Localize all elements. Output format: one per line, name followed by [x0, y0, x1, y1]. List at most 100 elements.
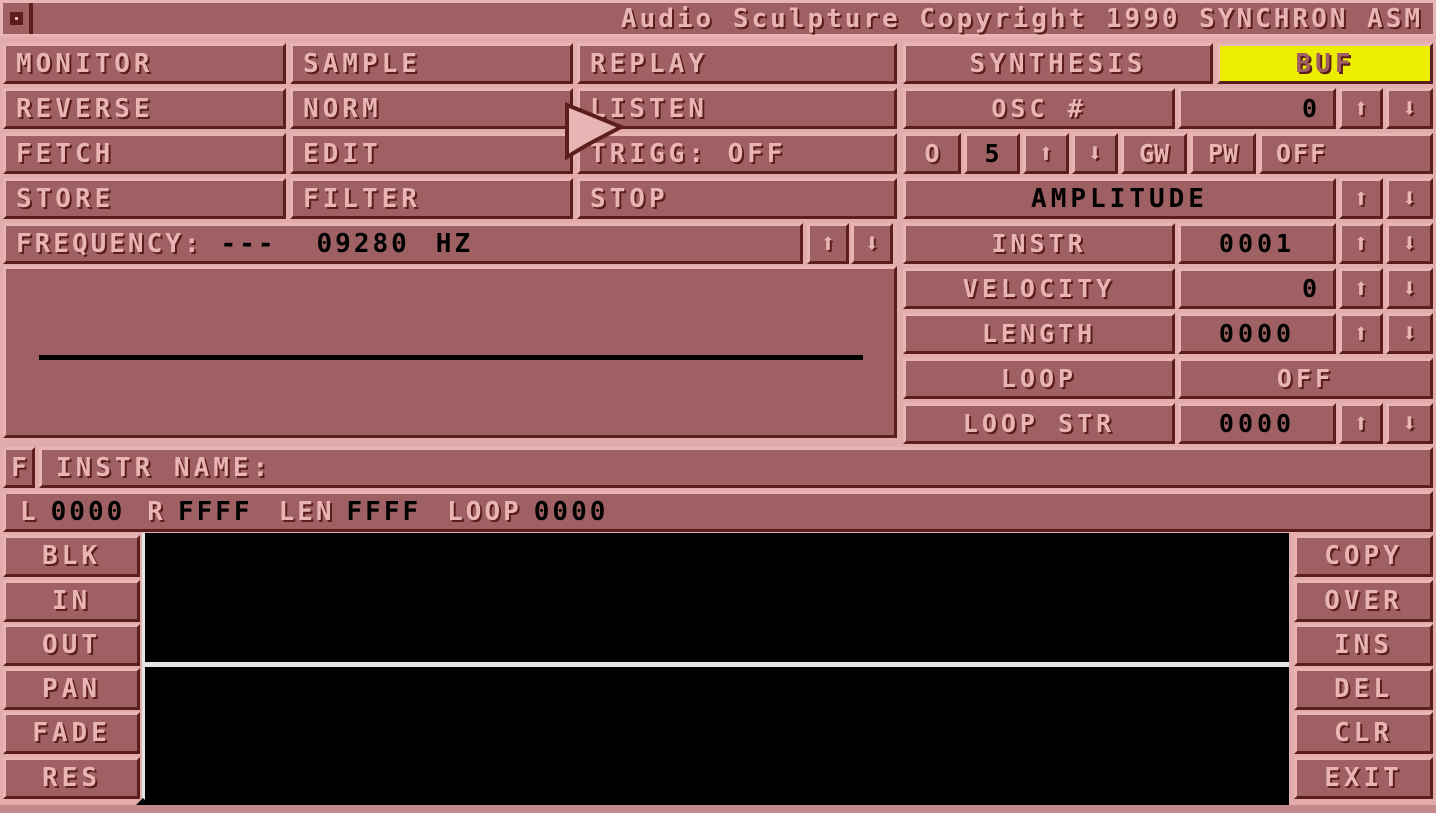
button-gw[interactable]: GW: [1121, 133, 1187, 174]
instr-up-button[interactable]: ⬆: [1339, 223, 1383, 264]
button-fetch[interactable]: FETCH: [3, 133, 286, 174]
instr-value-cell[interactable]: 0001: [1178, 223, 1336, 264]
button-f[interactable]: F: [3, 447, 35, 488]
arrow-up-icon: ⬆: [1353, 228, 1369, 259]
button-pw[interactable]: PW: [1190, 133, 1256, 174]
button-pan[interactable]: PAN: [3, 668, 140, 710]
arrow-down-icon: ⬇: [1401, 318, 1418, 349]
amplitude-up-button[interactable]: ⬆: [1339, 178, 1383, 219]
instr-down-button[interactable]: ⬇: [1386, 223, 1433, 264]
button-trigg-label: TRIGG: OFF: [590, 138, 787, 169]
button-buffer[interactable]: BUF: [1217, 43, 1433, 84]
frequency-label: FREQUENCY:: [16, 228, 203, 259]
button-listen-label: LISTEN: [590, 93, 708, 124]
arrow-up-icon: ⬆: [1038, 138, 1054, 169]
frequency-down-button[interactable]: ⬇: [851, 223, 893, 264]
button-res[interactable]: RES: [3, 757, 140, 799]
button-copy[interactable]: COPY: [1294, 535, 1433, 577]
button-ins-label: INS: [1334, 630, 1393, 660]
button-fetch-label: FETCH: [16, 138, 115, 169]
loop-start-up-button[interactable]: ⬆: [1339, 403, 1383, 444]
amplitude-button[interactable]: AMPLITUDE: [903, 178, 1336, 219]
button-fade-label: FADE: [32, 718, 111, 748]
velocity-label: VELOCITY: [962, 274, 1116, 303]
wave-number-cell[interactable]: 5: [964, 133, 1020, 174]
wave-number-value: 5: [984, 139, 1000, 168]
osc-number-up-button[interactable]: ⬆: [1339, 88, 1383, 129]
button-store[interactable]: STORE: [3, 178, 286, 219]
button-in[interactable]: IN: [3, 580, 140, 622]
button-del-label: DEL: [1334, 674, 1393, 704]
amplitude-label: AMPLITUDE: [1031, 183, 1208, 214]
length-up-button[interactable]: ⬆: [1339, 313, 1383, 354]
wave-type-label: O: [924, 139, 940, 168]
button-blk[interactable]: BLK: [3, 535, 140, 577]
amplitude-down-button[interactable]: ⬇: [1386, 178, 1433, 219]
button-norm-label: NORM: [303, 93, 382, 124]
button-exit[interactable]: EXIT: [1294, 757, 1433, 799]
range-len-label: LEN: [278, 496, 335, 527]
length-value-cell[interactable]: 0000: [1178, 313, 1336, 354]
button-blk-label: BLK: [42, 541, 101, 571]
loop-start-value-cell[interactable]: 0000: [1178, 403, 1336, 444]
edit-area-channel-divider: [145, 662, 1289, 667]
button-filter[interactable]: FILTER: [290, 178, 573, 219]
button-sample[interactable]: SAMPLE: [290, 43, 573, 84]
button-over[interactable]: OVER: [1294, 580, 1433, 622]
waveform-zero-line: [39, 355, 863, 360]
loop-start-down-button[interactable]: ⬇: [1386, 403, 1433, 444]
button-stop[interactable]: STOP: [577, 178, 897, 219]
button-replay[interactable]: REPLAY: [577, 43, 897, 84]
loop-value-button[interactable]: OFF: [1178, 358, 1433, 399]
range-readout[interactable]: L 0000 R FFFF LEN FFFF LOOP 0000: [3, 491, 1433, 532]
instr-label: INSTR: [991, 229, 1087, 258]
velocity-value-cell[interactable]: 0: [1178, 268, 1336, 309]
frequency-dashes: ---: [220, 228, 277, 259]
velocity-up-button[interactable]: ⬆: [1339, 268, 1383, 309]
button-monitor[interactable]: MONITOR: [3, 43, 286, 84]
button-out[interactable]: OUT: [3, 624, 140, 666]
button-exit-label: EXIT: [1324, 763, 1403, 793]
button-ins[interactable]: INS: [1294, 624, 1433, 666]
button-clr-label: CLR: [1334, 718, 1393, 748]
instr-name-field[interactable]: INSTR NAME:: [39, 447, 1433, 488]
length-label: LENGTH: [981, 319, 1097, 348]
button-norm[interactable]: NORM: [290, 88, 573, 129]
button-stop-label: STOP: [590, 183, 669, 214]
frequency-up-button[interactable]: ⬆: [807, 223, 849, 264]
button-reverse[interactable]: REVERSE: [3, 88, 286, 129]
button-trigg[interactable]: TRIGG: OFF: [577, 133, 897, 174]
button-copy-label: COPY: [1324, 541, 1403, 571]
button-synthesis-label: SYNTHESIS: [969, 48, 1147, 79]
sample-edit-area[interactable]: [142, 533, 1289, 805]
range-r-value: FFFF: [177, 496, 253, 527]
wave-up-button[interactable]: ⬆: [1023, 133, 1069, 174]
button-over-label: OVER: [1324, 586, 1403, 616]
wave-type-button[interactable]: O: [903, 133, 961, 174]
button-edit-label: EDIT: [303, 138, 382, 169]
pw-value: OFF: [1276, 139, 1328, 168]
length-down-button[interactable]: ⬇: [1386, 313, 1433, 354]
button-synthesis[interactable]: SYNTHESIS: [903, 43, 1213, 84]
button-clr[interactable]: CLR: [1294, 712, 1433, 754]
wave-down-button[interactable]: ⬇: [1072, 133, 1118, 174]
button-listen[interactable]: LISTEN: [577, 88, 897, 129]
frequency-readout[interactable]: FREQUENCY: --- 09280 HZ: [3, 223, 803, 264]
arrow-down-icon: ⬇: [1401, 93, 1418, 124]
edit-area-left-rule: [142, 533, 145, 805]
button-edit[interactable]: EDIT: [290, 133, 573, 174]
osc-number-value-cell[interactable]: 0: [1178, 88, 1336, 129]
osc-number-down-button[interactable]: ⬇: [1386, 88, 1433, 129]
loop-start-label: LOOP STR: [962, 409, 1116, 438]
loop-label-cell: LOOP: [903, 358, 1175, 399]
waveform-display[interactable]: [3, 266, 897, 438]
velocity-down-button[interactable]: ⬇: [1386, 268, 1433, 309]
frequency-value: 09280: [316, 228, 410, 259]
close-box-icon[interactable]: [3, 3, 33, 34]
button-fade[interactable]: FADE: [3, 712, 140, 754]
length-label-cell: LENGTH: [903, 313, 1175, 354]
range-l-label: L: [20, 496, 39, 527]
arrow-up-icon: ⬆: [1353, 408, 1369, 439]
button-del[interactable]: DEL: [1294, 668, 1433, 710]
pw-value-cell[interactable]: OFF: [1259, 133, 1433, 174]
